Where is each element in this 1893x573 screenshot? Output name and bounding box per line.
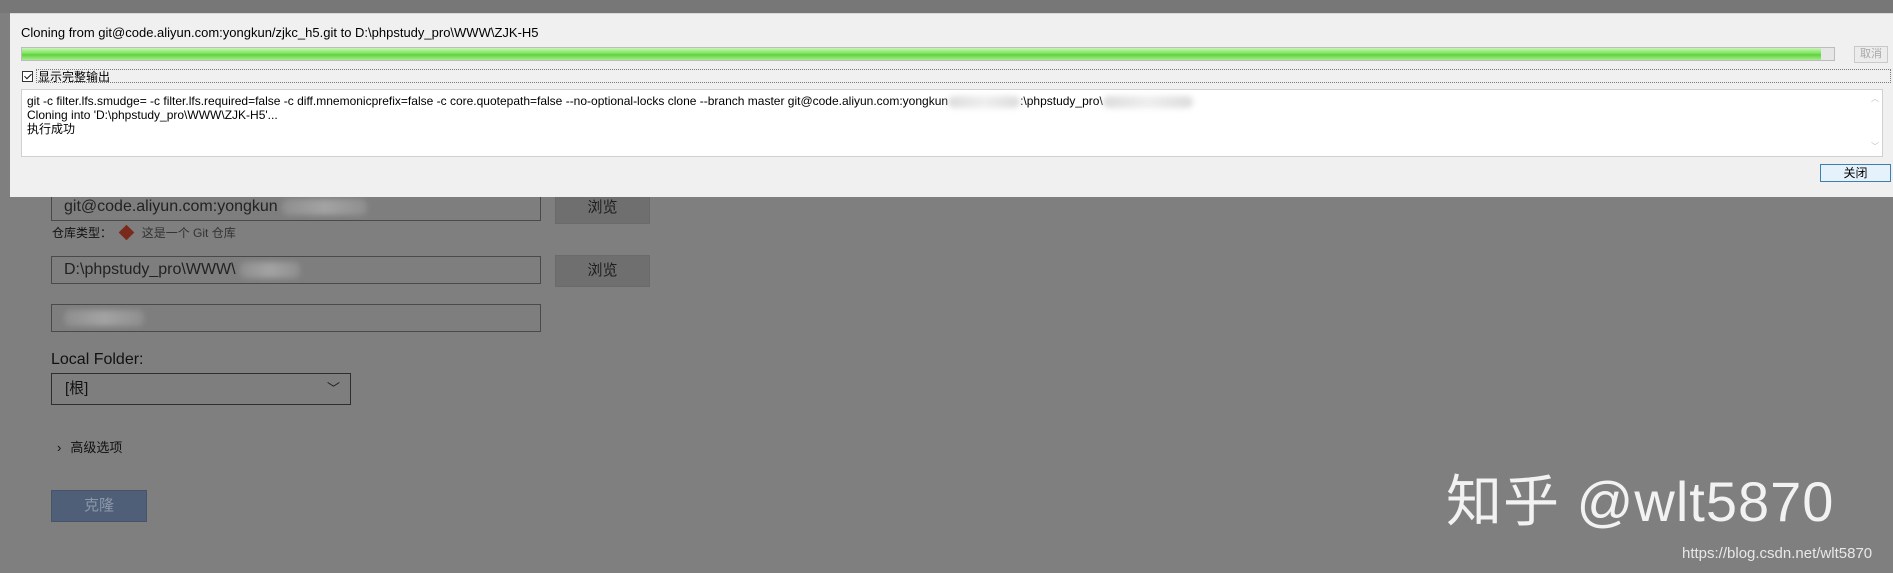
checkbox-focus-rect	[36, 69, 1891, 83]
dialog-title: Cloning from git@code.aliyun.com:yongkun…	[21, 25, 539, 40]
scroll-up-icon[interactable]: ︿	[1871, 92, 1879, 106]
clone-button[interactable]: 克隆	[51, 490, 147, 522]
scroll-down-icon[interactable]: ﹀	[1871, 140, 1879, 154]
output-line-text: git -c filter.lfs.smudge= -c filter.lfs.…	[27, 94, 949, 108]
local-folder-select[interactable]: [根] ﹀	[51, 373, 351, 405]
advanced-options-label: 高级选项	[70, 440, 123, 455]
show-output-checkbox[interactable]	[22, 70, 33, 82]
redacted-blur	[1102, 95, 1193, 108]
window-top-strip	[0, 0, 1893, 13]
chevron-down-icon: ﹀	[326, 381, 340, 396]
source-url-text: git@code.aliyun.com:yongkun	[64, 198, 278, 215]
redacted-blur	[948, 95, 1021, 108]
redacted-blur	[64, 309, 144, 326]
destination-path-text: D:\phpstudy_pro\WWW\	[64, 261, 236, 278]
close-button[interactable]: 关闭	[1820, 164, 1891, 182]
source-url-input[interactable]: git@code.aliyun.com:yongkun	[51, 193, 541, 221]
redacted-blur	[282, 198, 368, 215]
clone-progress-dialog: Cloning from git@code.aliyun.com:yongkun…	[10, 13, 1893, 197]
name-input[interactable]	[51, 304, 541, 332]
local-folder-value: [根]	[65, 380, 89, 397]
redacted-blur	[240, 261, 301, 278]
output-line-text: :\phpstudy_pro\	[1020, 94, 1103, 108]
advanced-options-toggle[interactable]: › 高级选项	[57, 437, 122, 456]
progress-bar	[21, 47, 1835, 61]
output-log[interactable]: git -c filter.lfs.smudge= -c filter.lfs.…	[21, 89, 1883, 157]
csdn-watermark: https://blog.csdn.net/wlt5870	[1682, 545, 1873, 562]
git-icon	[119, 224, 135, 241]
output-line: 执行成功	[27, 122, 76, 136]
browse-destination-button[interactable]: 浏览	[555, 255, 650, 287]
output-line: git -c filter.lfs.smudge= -c filter.lfs.…	[27, 94, 1878, 108]
output-line: Cloning into 'D:\phpstudy_pro\WWW\ZJK-H5…	[27, 108, 278, 122]
progress-bar-fill	[22, 48, 1822, 60]
repo-type-label: 仓库类型：	[52, 226, 113, 240]
zhihu-watermark: 知乎 @wlt5870	[1446, 470, 1835, 533]
repo-type-row: 仓库类型： 这是一个 Git 仓库	[52, 224, 236, 241]
cancel-button[interactable]: 取消	[1854, 46, 1888, 63]
repo-type-value: 这是一个 Git 仓库	[141, 226, 236, 240]
chevron-right-icon: ›	[57, 440, 62, 455]
local-folder-label: Local Folder:	[51, 351, 144, 368]
destination-path-input[interactable]: D:\phpstudy_pro\WWW\	[51, 256, 541, 284]
